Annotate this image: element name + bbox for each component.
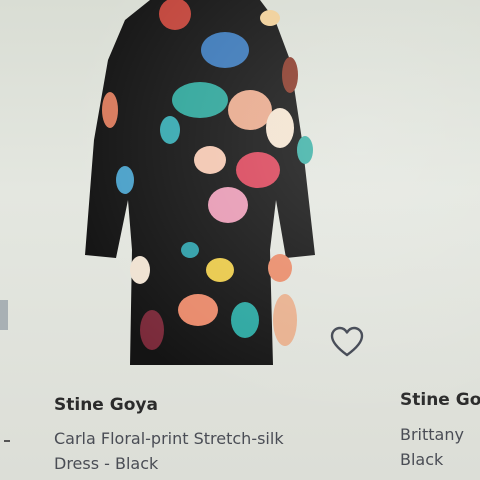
dress-floral-icon xyxy=(85,0,315,365)
product-brand[interactable]: Stine Go xyxy=(400,390,480,410)
product-brand[interactable]: Stine Goya xyxy=(54,395,158,415)
product-image[interactable] xyxy=(80,0,330,370)
product-listing-screen: Stine Goya Carla Floral-print Stretch-si… xyxy=(0,0,480,480)
product-name-line-1: Carla Floral-print Stretch-silk xyxy=(54,429,284,448)
previous-product-edge[interactable] xyxy=(0,300,8,330)
next-product-card[interactable]: Stine Go Brittany Black xyxy=(388,0,480,480)
product-name[interactable]: Carla Floral-print Stretch-silk Dress - … xyxy=(54,426,284,476)
product-card[interactable]: Stine Goya Carla Floral-print Stretch-si… xyxy=(30,0,390,480)
heart-outline-icon xyxy=(330,326,364,357)
previous-product-text-fragment xyxy=(4,440,10,442)
product-name-line-1: Brittany xyxy=(400,425,464,444)
wishlist-button[interactable] xyxy=(330,326,364,360)
product-name-line-2: Dress - Black xyxy=(54,454,159,473)
product-name-line-2: Black xyxy=(400,450,444,469)
product-name[interactable]: Brittany Black xyxy=(400,422,464,472)
